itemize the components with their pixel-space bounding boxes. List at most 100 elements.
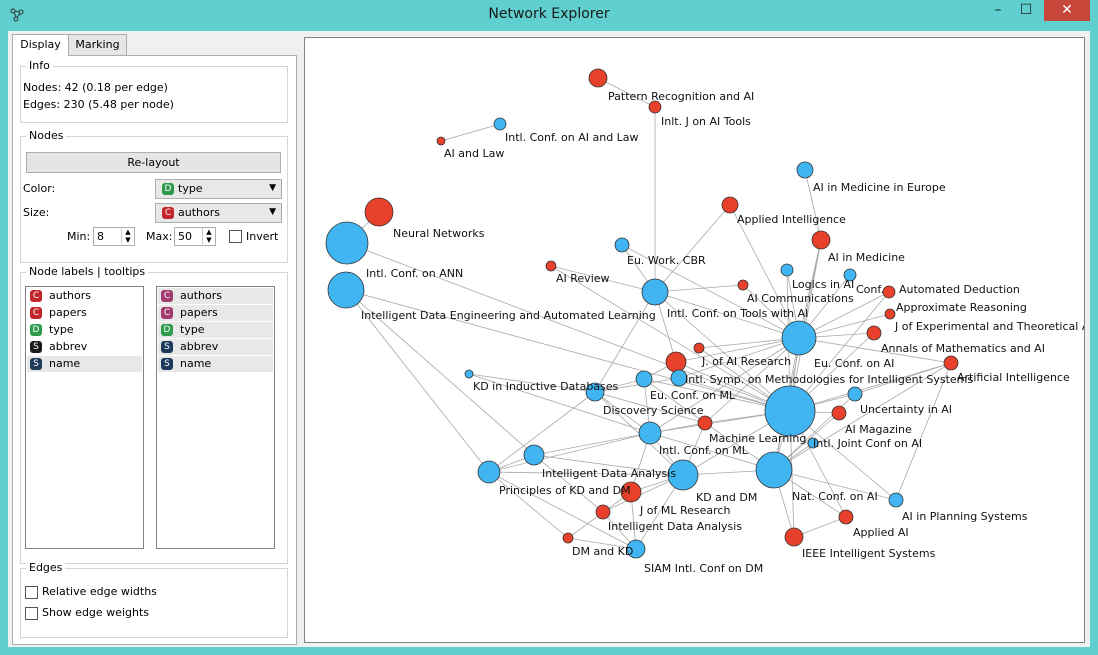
graph-node-ai-review[interactable]	[545, 260, 557, 272]
graph-node-kd-inductive-db[interactable]	[464, 369, 474, 379]
graph-node-ida-journal[interactable]	[595, 504, 611, 520]
graph-node-ai-law[interactable]	[436, 136, 446, 146]
graph-node-ai-comm[interactable]	[737, 279, 749, 291]
graph-node-label: DM and KD	[572, 545, 633, 558]
size-combo-value: authors	[178, 206, 220, 219]
graph-node-label: Intl. Conf. on AI and Law	[505, 131, 639, 144]
list-item-label: authors	[180, 289, 222, 302]
size-label: Size:	[23, 206, 50, 219]
graph-node-uncertainty-ai[interactable]	[847, 386, 863, 402]
graph-node-pr-ai[interactable]	[588, 68, 608, 88]
list-item[interactable]: C authors	[27, 288, 142, 304]
graph-node-intl-conf-ml[interactable]	[638, 421, 662, 445]
graph-node-principles-kd-dm[interactable]	[477, 460, 501, 484]
tab-marking[interactable]: Marking	[68, 34, 127, 55]
graph-node-j-exp-theo-ai[interactable]	[866, 325, 882, 341]
graph-node-label: Pattern Recognition and AI	[608, 90, 754, 103]
close-button[interactable]: ✕	[1044, 0, 1090, 21]
title-bar[interactable]: Network Explorer – ☐ ✕	[0, 0, 1098, 31]
spin-down-icon[interactable]: ▼	[121, 236, 134, 244]
graph-node-ida-conf[interactable]	[523, 444, 545, 466]
max-size-spinbox[interactable]: 50 ▲ ▼	[174, 227, 216, 246]
nodes-group: Nodes Re-layout Color: D type ▼ Size: C …	[20, 129, 288, 263]
nodes-count-text: Nodes: 42 (0.18 per edge)	[23, 81, 168, 94]
list-item-selected[interactable]: C authors	[158, 288, 273, 304]
graph-node-big-conf-ai[interactable]	[764, 385, 816, 437]
graph-node-applied-ai[interactable]	[838, 509, 854, 525]
list-item-selected[interactable]: S name	[27, 356, 142, 372]
minimize-button[interactable]: –	[984, 0, 1012, 21]
graph-node-dm-kd[interactable]	[562, 532, 574, 544]
graph-node-applied-intel[interactable]	[721, 196, 739, 214]
graph-node-annals-math-ai[interactable]	[693, 342, 705, 354]
discrete-variable-icon: D	[162, 183, 174, 195]
graph-node-eu-work-cbr[interactable]	[614, 237, 630, 253]
tooltips-list[interactable]: C authors C papers D type S abbrev S nam…	[156, 286, 275, 549]
graph-node-eu-conf-ml[interactable]	[635, 370, 653, 388]
list-item-label: papers	[49, 306, 87, 319]
graph-node-ai-magazine[interactable]	[831, 405, 847, 421]
graph-node-label: AI in Medicine	[828, 251, 905, 264]
list-item-label: name	[180, 357, 212, 370]
graph-node-label: Logics in AI	[792, 278, 854, 291]
graph-node-label: Approximate Reasoning	[896, 301, 1027, 314]
list-item-selected[interactable]: C papers	[158, 305, 273, 321]
list-item-label: papers	[180, 306, 218, 319]
discrete-variable-icon: D	[30, 324, 42, 336]
graph-edge	[654, 204, 731, 293]
list-item[interactable]: C papers	[27, 305, 142, 321]
spin-up-icon[interactable]: ▲	[202, 228, 215, 236]
list-item-selected[interactable]: D type	[158, 322, 273, 338]
list-item-label: type	[49, 323, 74, 336]
graph-node-j-ai-research[interactable]	[665, 351, 687, 373]
list-item-label: abbrev	[180, 340, 219, 353]
relayout-button[interactable]: Re-layout	[26, 152, 281, 173]
graph-node-ai-med-europe[interactable]	[796, 161, 814, 179]
graph-node-label: Intl. Conf. on ML	[659, 444, 749, 457]
network-graph[interactable]: Pattern Recognition and AI Inlt. J on AI …	[305, 38, 1084, 642]
max-label: Max:	[146, 230, 173, 243]
graph-node-label: Eu. Work. CBR	[627, 254, 706, 267]
labels-group: Node labels | tooltips C authors C paper…	[20, 265, 288, 564]
graph-node-label: Discovery Science	[603, 404, 704, 417]
graph-node-ided-al[interactable]	[327, 271, 365, 309]
graph-node-ieee-intel-sys[interactable]	[784, 527, 804, 547]
graph-node-eu-conf-ai[interactable]	[781, 320, 817, 356]
tab-display[interactable]: Display	[12, 34, 69, 56]
graph-node-machine-learning[interactable]	[697, 415, 713, 431]
graph-node-label: Neural Networks	[393, 227, 485, 240]
list-item[interactable]: S abbrev	[27, 339, 142, 355]
labels-list[interactable]: C authors C papers D type S abbrev S nam…	[25, 286, 144, 549]
list-item-selected[interactable]: S abbrev	[158, 339, 273, 355]
edges-group-title: Edges	[26, 561, 66, 574]
graph-node-ai-in-medicine[interactable]	[811, 230, 831, 250]
graph-node-label: AI in Planning Systems	[902, 510, 1028, 523]
graph-node-intl-conf-ann[interactable]	[325, 221, 369, 265]
list-item[interactable]: D type	[27, 322, 142, 338]
show-edge-weights-checkbox[interactable]	[25, 607, 38, 620]
graph-node-intl-conf-tools-ai[interactable]	[641, 278, 669, 306]
graph-node-neural-networks[interactable]	[364, 197, 394, 227]
spin-up-icon[interactable]: ▲	[121, 228, 134, 236]
relative-edge-widths-checkbox[interactable]	[25, 586, 38, 599]
continuous-variable-icon: C	[30, 290, 42, 302]
graph-node-logics-ai[interactable]	[780, 263, 794, 277]
spin-down-icon[interactable]: ▼	[202, 236, 215, 244]
size-combo[interactable]: C authors ▼	[155, 203, 282, 223]
graph-node-label: J of Experimental and Theoretical AI	[894, 320, 1084, 333]
invert-checkbox[interactable]	[229, 230, 242, 243]
window-title: Network Explorer	[488, 6, 610, 22]
maximize-button[interactable]: ☐	[1012, 0, 1040, 21]
graph-node-automated-deduction[interactable]	[882, 285, 896, 299]
graph-node-approx-reasoning[interactable]	[884, 308, 896, 320]
graph-canvas[interactable]: Pattern Recognition and AI Inlt. J on AI …	[304, 37, 1085, 643]
edges-count-text: Edges: 230 (5.48 per node)	[23, 98, 174, 111]
color-combo[interactable]: D type ▼	[155, 179, 282, 199]
graph-node-artificial-intel[interactable]	[943, 355, 959, 371]
min-size-spinbox[interactable]: 8 ▲ ▼	[93, 227, 135, 246]
list-item-selected[interactable]: S name	[158, 356, 273, 372]
graph-node-nat-conf-ai[interactable]	[755, 451, 793, 489]
graph-node-intl-conf-ai-law[interactable]	[493, 117, 507, 131]
graph-node-ai-planning[interactable]	[888, 492, 904, 508]
show-edge-weights-label: Show edge weights	[42, 606, 149, 619]
